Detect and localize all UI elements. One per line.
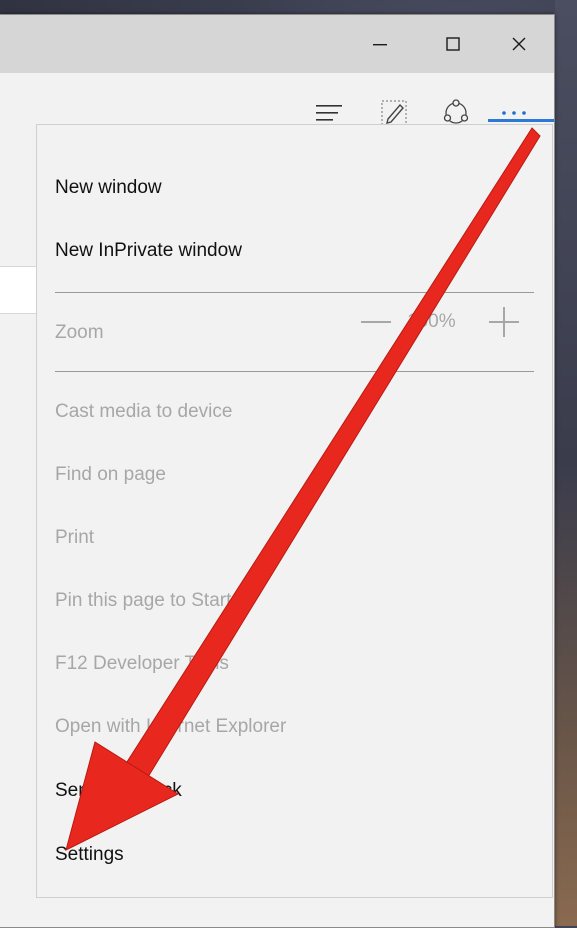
menu-item-print[interactable]: Print bbox=[55, 518, 94, 558]
title-bar bbox=[0, 15, 554, 73]
close-button[interactable] bbox=[488, 15, 550, 73]
menu-item-new-window[interactable]: New window bbox=[55, 168, 162, 208]
close-icon bbox=[512, 37, 526, 51]
minimize-button[interactable] bbox=[349, 15, 411, 73]
menu-item-settings[interactable]: Settings bbox=[55, 835, 124, 875]
more-actions-menu: New window New InPrivate window Zoom 100… bbox=[36, 124, 553, 898]
hub-icon bbox=[316, 105, 342, 121]
menu-item-send-feedback[interactable]: Send feedback bbox=[55, 771, 182, 811]
menu-item-find-on-page[interactable]: Find on page bbox=[55, 455, 166, 495]
maximize-icon bbox=[446, 37, 460, 51]
menu-item-zoom-label: Zoom bbox=[55, 322, 104, 343]
menu-item-open-with-ie[interactable]: Open with Internet Explorer bbox=[55, 707, 286, 747]
menu-item-new-inprivate-window[interactable]: New InPrivate window bbox=[55, 231, 242, 271]
menu-item-developer-tools[interactable]: F12 Developer Tools bbox=[55, 644, 229, 684]
desktop-background bbox=[555, 0, 577, 926]
menu-separator bbox=[55, 371, 534, 372]
minimize-icon bbox=[373, 44, 387, 46]
zoom-in-button[interactable] bbox=[489, 307, 519, 337]
maximize-button[interactable] bbox=[422, 15, 484, 73]
zoom-value: 100% bbox=[407, 311, 456, 332]
address-bar-fragment[interactable] bbox=[0, 266, 36, 314]
zoom-out-button[interactable] bbox=[361, 321, 391, 323]
menu-separator bbox=[55, 292, 534, 293]
menu-item-pin-to-start[interactable]: Pin this page to Start bbox=[55, 581, 231, 621]
menu-item-cast-media[interactable]: Cast media to device bbox=[55, 392, 232, 432]
more-actions-active-indicator bbox=[488, 119, 554, 122]
more-actions-icon bbox=[502, 111, 526, 115]
